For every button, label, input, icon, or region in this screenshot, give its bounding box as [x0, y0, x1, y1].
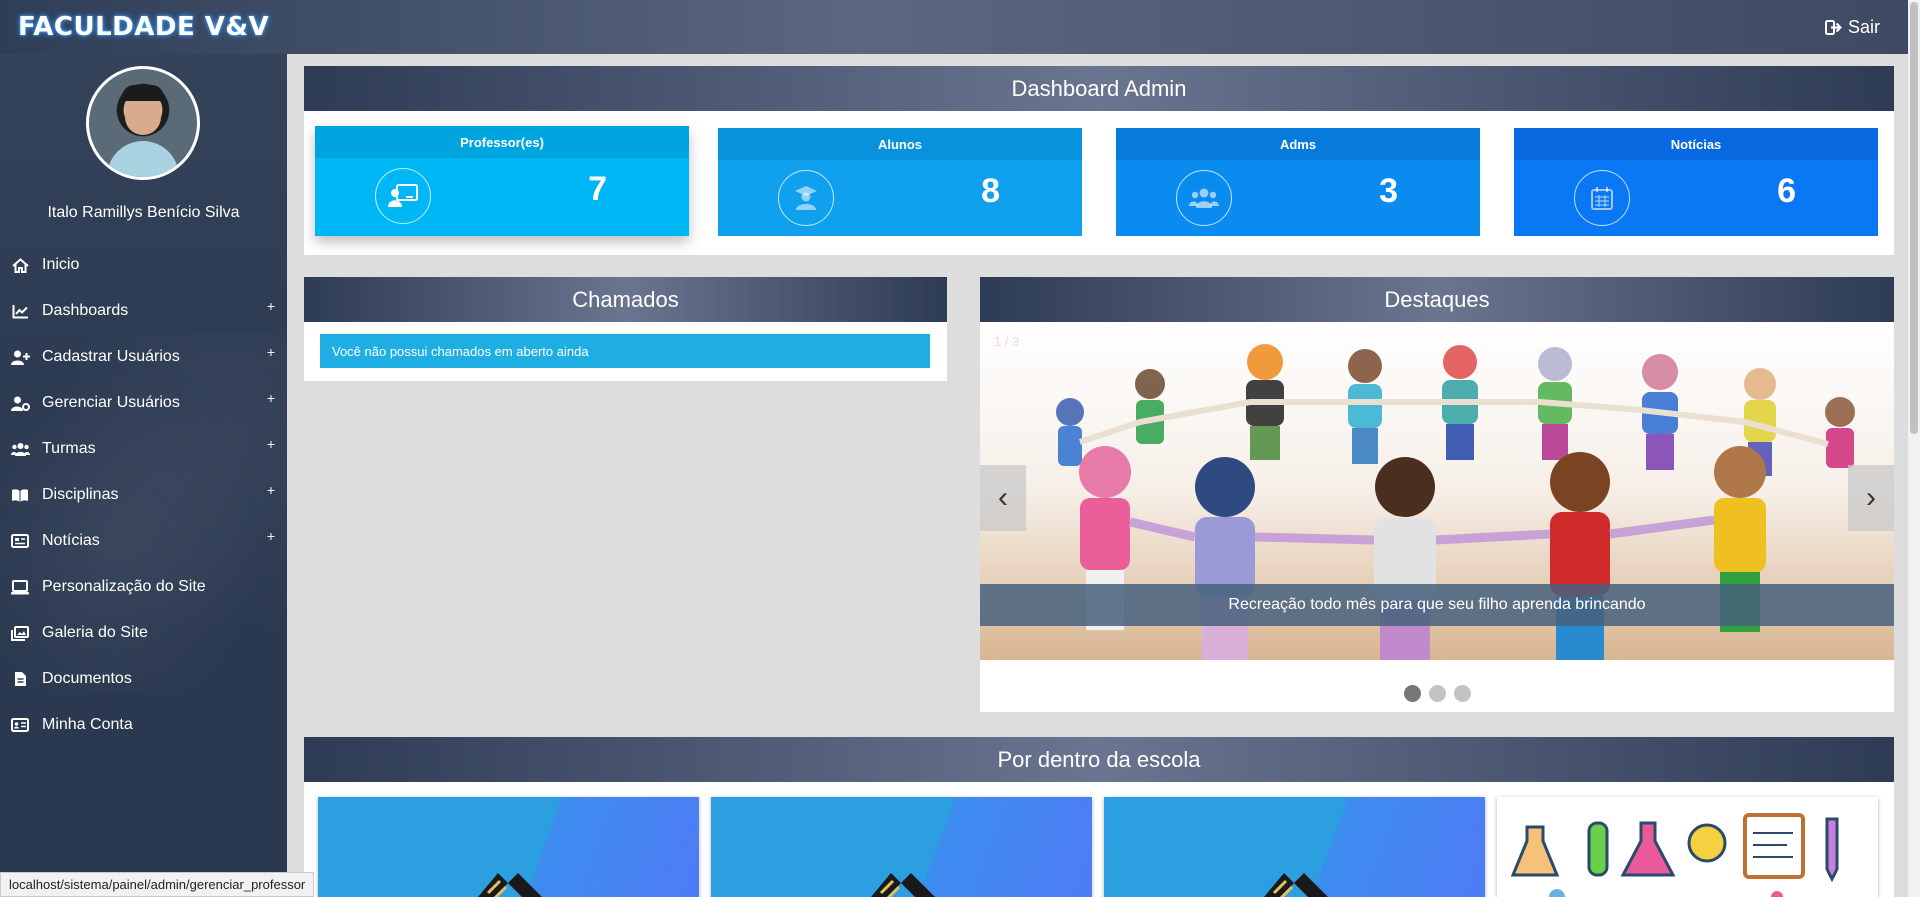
- chevron-left-icon: ‹: [998, 481, 1008, 514]
- sidebar-item-label: Dashboards: [42, 302, 129, 319]
- chalkboard-teacher-icon: [375, 168, 431, 224]
- stat-card-noticias[interactable]: Notícias 6: [1514, 128, 1878, 236]
- carousel-dot-2[interactable]: [1428, 685, 1446, 702]
- slide-caption: Recreação todo mês para que seu filho ap…: [980, 584, 1894, 626]
- gallery-thumb[interactable]: [1497, 797, 1878, 897]
- sidebar-item-label: Personalização do Site: [42, 578, 206, 595]
- scrollbar-thumb[interactable]: [1910, 2, 1918, 434]
- users-icon: [10, 441, 30, 457]
- sidebar-item-label: Gerenciar Usuários: [42, 394, 180, 411]
- sidebar-item-turmas[interactable]: Turmas +: [0, 426, 287, 472]
- expand-icon[interactable]: +: [267, 344, 275, 360]
- stat-value: 7: [588, 170, 607, 208]
- stat-card-adms[interactable]: Adms 3: [1116, 128, 1480, 236]
- dashboard-title: Dashboard Admin: [304, 66, 1894, 111]
- logout-label: Sair: [1847, 17, 1880, 37]
- stat-label: Notícias: [1514, 128, 1878, 160]
- sidebar-item-noticias[interactable]: Notícias +: [0, 518, 287, 564]
- stat-value: 8: [981, 172, 1000, 210]
- expand-icon[interactable]: +: [267, 482, 275, 498]
- user-name: Italo Ramillys Benício Silva: [47, 204, 240, 221]
- carousel-dot-1[interactable]: [1403, 685, 1421, 702]
- sidebar-item-label: Turmas: [42, 440, 96, 457]
- top-bar: FACULDADE V&V Sair: [0, 0, 1908, 54]
- avatar[interactable]: [86, 66, 200, 180]
- graduate-icon: [778, 170, 834, 226]
- destaques-title: Destaques: [980, 277, 1894, 322]
- carousel-slide[interactable]: 1 / 3 Recreação todo mês para que seu fi…: [980, 322, 1894, 660]
- carousel-prev-button[interactable]: ‹: [980, 465, 1026, 531]
- stat-card-alunos[interactable]: Alunos 8: [718, 128, 1082, 236]
- escola-title: Por dentro da escola: [304, 737, 1894, 782]
- sidebar-nav: Inicio Dashboards + Cadastrar Usuários +…: [0, 242, 287, 748]
- carousel-indicators: [980, 685, 1894, 702]
- stat-value: 6: [1777, 172, 1796, 210]
- chamados-panel: Chamados Você não possui chamados em abe…: [304, 277, 947, 381]
- escola-panel: Por dentro da escola: [304, 737, 1894, 897]
- sidebar-item-label: Minha Conta: [42, 716, 133, 733]
- expand-icon[interactable]: +: [267, 298, 275, 314]
- expand-icon[interactable]: +: [267, 390, 275, 406]
- sidebar-item-inicio[interactable]: Inicio: [0, 242, 287, 288]
- laptop-icon: [10, 579, 30, 595]
- home-icon: [10, 257, 30, 273]
- images-icon: [10, 625, 30, 641]
- sidebar-item-label: Cadastrar Usuários: [42, 348, 180, 365]
- expand-icon[interactable]: +: [267, 528, 275, 544]
- sidebar-item-gerenciar-usuarios[interactable]: Gerenciar Usuários +: [0, 380, 287, 426]
- sidebar-item-minha-conta[interactable]: Minha Conta: [0, 702, 287, 748]
- stat-label: Professor(es): [315, 126, 689, 158]
- calendar-icon: [1574, 170, 1630, 226]
- dashboard-panel: Dashboard Admin Professor(es) 7 Alunos 8…: [304, 66, 1894, 255]
- page-scrollbar[interactable]: [1908, 0, 1920, 897]
- sidebar-item-cadastrar-usuarios[interactable]: Cadastrar Usuários +: [0, 334, 287, 380]
- book-icon: [10, 487, 30, 503]
- logo-image: [1264, 873, 1328, 897]
- sign-out-icon: [1824, 20, 1842, 35]
- logout-button[interactable]: Sair: [1824, 17, 1880, 38]
- chevron-right-icon: ›: [1866, 481, 1876, 514]
- science-illustration-image: [1510, 813, 1839, 897]
- sidebar-item-disciplinas[interactable]: Disciplinas +: [0, 472, 287, 518]
- sidebar-item-label: Inicio: [42, 256, 80, 273]
- gallery-thumb[interactable]: [1104, 797, 1485, 897]
- destaques-panel: Destaques 1 / 3 Recreação todo mês para …: [980, 277, 1894, 712]
- stat-label: Adms: [1116, 128, 1480, 160]
- chart-line-icon: [10, 303, 30, 319]
- sidebar-item-label: Documentos: [42, 670, 132, 687]
- gallery-thumb[interactable]: [711, 797, 1092, 897]
- sidebar-item-dashboards[interactable]: Dashboards +: [0, 288, 287, 334]
- sidebar-item-documentos[interactable]: Documentos: [0, 656, 287, 702]
- carousel-dot-3[interactable]: [1453, 685, 1471, 702]
- expand-icon[interactable]: +: [267, 436, 275, 452]
- users-group-icon: [1176, 170, 1232, 226]
- chamados-title: Chamados: [304, 277, 947, 322]
- stat-value: 3: [1379, 172, 1398, 210]
- sidebar-item-galeria[interactable]: Galeria do Site: [0, 610, 287, 656]
- user-plus-icon: [10, 349, 30, 365]
- carousel-next-button[interactable]: ›: [1848, 465, 1894, 531]
- brand-logo[interactable]: FACULDADE V&V: [18, 12, 269, 42]
- chamados-alert: Você não possui chamados em aberto ainda: [320, 334, 930, 368]
- newspaper-icon: [10, 533, 30, 549]
- sidebar-item-label: Galeria do Site: [42, 624, 148, 641]
- sidebar-item-label: Disciplinas: [42, 486, 119, 503]
- sidebar-item-personalizacao[interactable]: Personalização do Site: [0, 564, 287, 610]
- slide-counter: 1 / 3: [994, 334, 1020, 349]
- stat-label: Alunos: [718, 128, 1082, 160]
- user-gear-icon: [10, 395, 30, 411]
- sidebar-item-label: Notícias: [42, 532, 100, 549]
- logo-image: [871, 873, 935, 897]
- gallery-thumb[interactable]: [318, 797, 699, 897]
- id-card-icon: [10, 717, 30, 733]
- browser-status-bar: localhost/sistema/painel/admin/gerenciar…: [0, 872, 315, 897]
- stat-card-professores[interactable]: Professor(es) 7: [315, 126, 689, 236]
- logo-image: [478, 873, 542, 897]
- file-icon: [10, 671, 30, 687]
- sidebar: Italo Ramillys Benício Silva Inicio Dash…: [0, 54, 287, 897]
